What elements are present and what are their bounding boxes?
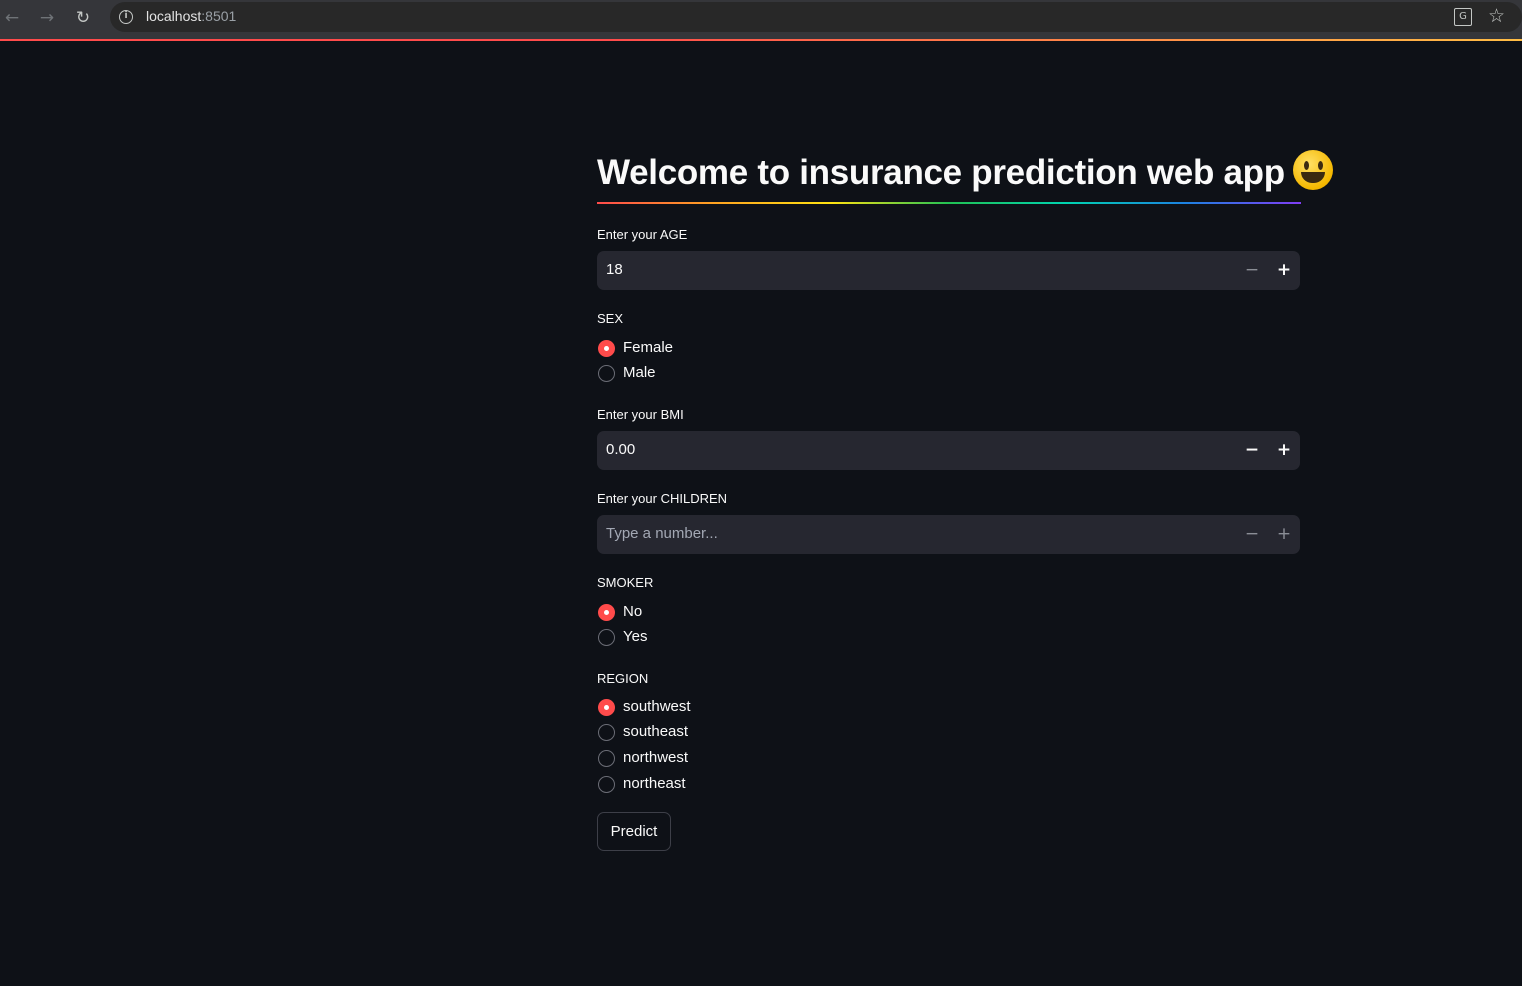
radio-checked-icon [598,699,615,716]
age-increment-button[interactable]: + [1268,251,1300,290]
age-decrement-button[interactable]: − [1236,251,1268,290]
radio-label: southwest [623,698,691,715]
children-input[interactable] [606,525,1206,542]
radio-unchecked-icon [598,724,615,741]
bmi-number-input: − + [597,431,1300,470]
page-title-text: Welcome to insurance prediction web app [597,153,1285,192]
reload-icon[interactable]: ↻ [71,6,95,30]
radio-unchecked-icon [598,365,615,382]
back-icon[interactable]: ← [0,6,24,30]
grinning-face-icon [1292,150,1333,190]
children-number-input: − + [597,515,1300,554]
age-label: Enter your AGE [597,227,688,242]
title-divider [597,202,1301,204]
children-increment-button[interactable]: + [1268,515,1300,554]
radio-label: northwest [623,749,689,766]
age-number-input: − + [597,251,1300,290]
radio-label: No [623,603,643,620]
address-bar[interactable]: i localhost:8501 G ☆ [110,2,1522,32]
bmi-decrement-button[interactable]: − [1236,431,1268,470]
radio-checked-icon [598,340,615,357]
radio-label: northeast [623,775,686,792]
radio-unchecked-icon [598,750,615,767]
children-label: Enter your CHILDREN [597,491,728,506]
radio-unchecked-icon [598,629,615,646]
bmi-input[interactable] [606,441,1206,458]
bmi-label: Enter your BMI [597,407,684,422]
info-icon[interactable]: i [119,10,133,24]
radio-label: southeast [623,723,689,740]
region-label: REGION [597,671,649,686]
forward-icon[interactable]: → [35,6,59,30]
bmi-increment-button[interactable]: + [1268,431,1300,470]
radio-unchecked-icon [598,776,615,793]
page-title: Welcome to insurance prediction web app [597,150,1333,193]
radio-checked-icon [598,604,615,621]
url-host: localhost [146,8,202,24]
radio-label: Male [623,364,656,381]
radio-label: Female [623,339,674,356]
age-input[interactable] [606,261,1206,278]
sex-label: SEX [597,311,624,326]
url-port: :8501 [201,8,237,24]
children-decrement-button[interactable]: − [1236,515,1268,554]
url-text[interactable]: localhost:8501 [146,8,236,24]
radio-label: Yes [623,628,648,645]
predict-button[interactable]: Predict [597,812,671,851]
browser-toolbar: ← → ↻ i localhost:8501 G ☆ [0,0,1522,41]
translate-icon[interactable]: G [1454,8,1472,26]
star-icon[interactable]: ☆ [1488,5,1505,27]
smoker-label: SMOKER [597,575,654,590]
